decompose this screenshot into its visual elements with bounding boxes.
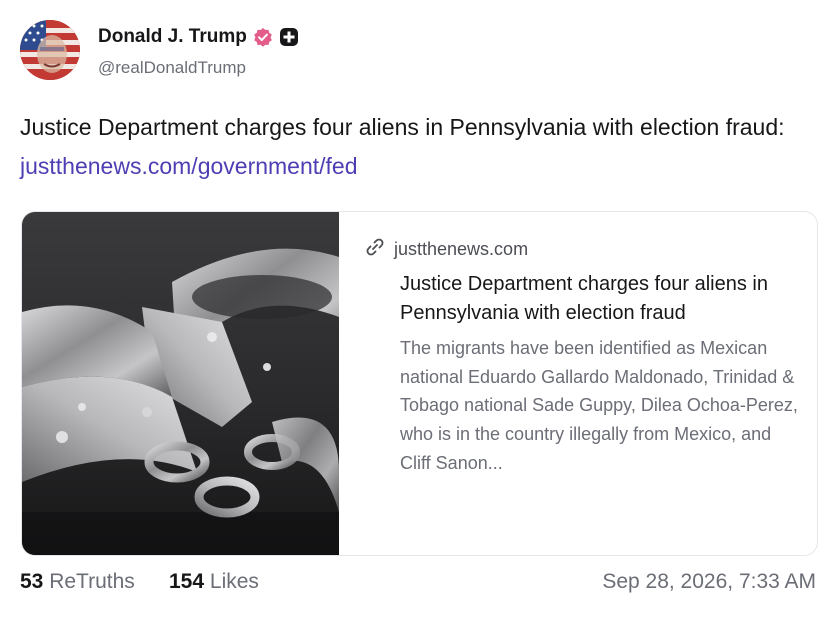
card-description: The migrants have been identified as Mex…	[400, 338, 798, 473]
post-timestamp[interactable]: Sep 28, 2026, 7:33 AM	[602, 570, 816, 594]
verified-badge-icon	[253, 27, 273, 47]
link-icon	[364, 236, 386, 263]
name-row: Donald J. Trump	[98, 26, 299, 48]
retruths-stat[interactable]: 53 ReTruths	[20, 570, 135, 594]
retruths-count: 53	[20, 570, 44, 593]
retruths-label: ReTruths	[49, 570, 135, 593]
link-preview-card[interactable]: justthenews.com Justice Department charg…	[21, 211, 818, 556]
author-display-name[interactable]: Donald J. Trump	[98, 26, 247, 48]
handcuffs-image	[22, 212, 339, 555]
likes-stat[interactable]: 154 Likes	[169, 570, 259, 594]
card-title[interactable]: Justice Department charges four aliens i…	[400, 270, 800, 328]
post-body-text: Justice Department charges four aliens i…	[20, 114, 785, 140]
post-link[interactable]: justthenews.com/government/fed	[20, 153, 358, 179]
card-body: justthenews.com Justice Department charg…	[364, 236, 798, 478]
avatar-flag-portrait-icon	[20, 20, 80, 80]
likes-count: 154	[169, 570, 205, 593]
card-domain-row: justthenews.com	[364, 236, 794, 262]
likes-label: Likes	[209, 570, 259, 593]
plus-badge-icon	[279, 27, 299, 47]
author-handle[interactable]: @realDonaldTrump	[98, 58, 246, 78]
avatar[interactable]	[20, 20, 80, 80]
card-domain: justthenews.com	[394, 238, 529, 259]
post-text: Justice Department charges four aliens i…	[20, 108, 820, 186]
post-footer: 53 ReTruths 154 Likes Sep 28, 2026, 7:33…	[20, 570, 820, 600]
